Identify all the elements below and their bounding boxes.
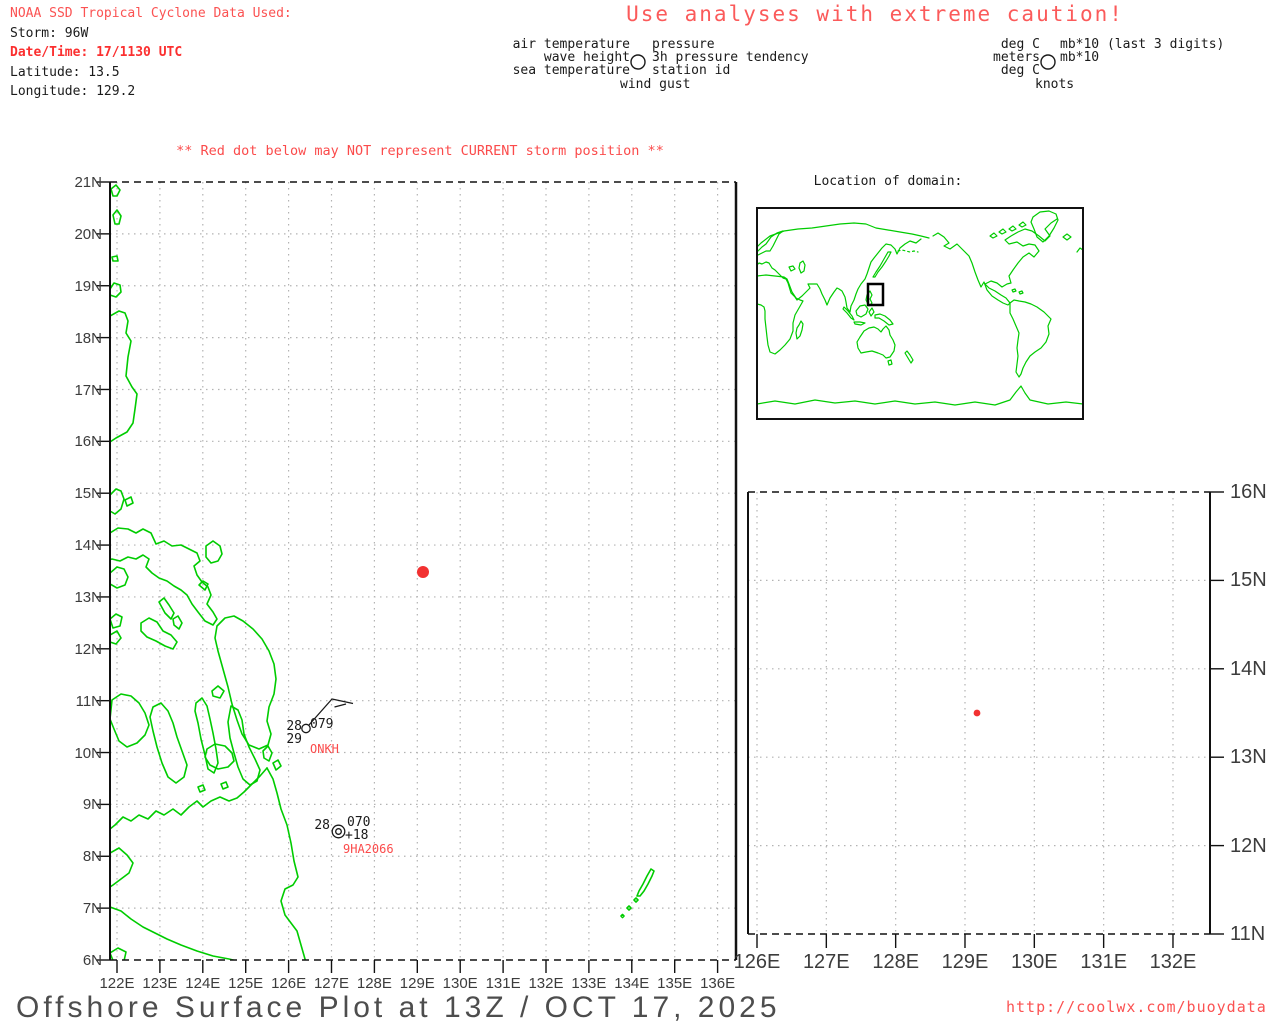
- inset-map-lat-label: 12N: [1230, 834, 1267, 857]
- main-map-lon-label: 130E: [442, 975, 478, 992]
- main-map-lat-label: 21N: [74, 174, 102, 191]
- main-map-lon-label: 131E: [485, 975, 521, 992]
- main-map-lon-label: 122E: [99, 975, 135, 992]
- inset-map-lon-label: 127E: [802, 951, 850, 973]
- main-map-lon-label: 128E: [356, 975, 392, 992]
- inset-map-lon-label: 128E: [872, 951, 920, 973]
- main-map-lat-label: 17N: [74, 381, 102, 399]
- tc-storm-id: Storm: 96W: [10, 25, 89, 41]
- legend-station-id: station id: [652, 63, 731, 78]
- station-model-units-circle-icon: [1040, 54, 1056, 70]
- station-9ha2066-symbol: [331, 824, 346, 839]
- main-map-lat-label: 18N: [74, 329, 102, 347]
- legend-sea-temperature: sea temperature: [512, 63, 630, 78]
- main-map-lon-label: 124E: [185, 975, 221, 992]
- inset-map-lon-label: 131E: [1080, 951, 1128, 973]
- main-map-lat-label: 7N: [82, 900, 102, 918]
- main-map-lon-label: 129E: [399, 975, 435, 992]
- main-map-lon-label: 135E: [657, 975, 693, 992]
- main-map-lat-label: 15N: [74, 485, 102, 503]
- main-map-lat-label: 16N: [74, 433, 102, 451]
- storm-position-dot-inset: [973, 709, 981, 717]
- axis-ticks: [96, 181, 1224, 973]
- inset-map-lon-label: 132E: [1149, 951, 1197, 973]
- inset-map-lat-label: 11N: [1230, 923, 1266, 945]
- main-map-lon-label: 126E: [271, 975, 307, 992]
- main-map-lon-label: 125E: [228, 975, 264, 992]
- inset-map-lon-label: 126E: [733, 951, 781, 973]
- tc-longitude: Longitude: 129.2: [10, 84, 136, 99]
- onkh-pressure: 079: [310, 717, 334, 732]
- 9ha2066-station-id: 9HA2066: [343, 842, 394, 856]
- onkh-sea-temp: 29: [286, 732, 302, 747]
- storm-position-warning: ** Red dot below may NOT represent CURRE…: [176, 143, 664, 159]
- legend-tendency-unit: mb*10: [1060, 50, 1100, 65]
- plot-title: Offshore Surface Plot at 13Z / OCT 17, 2…: [16, 991, 781, 1024]
- source-url-link[interactable]: http://coolwx.com/buoydata: [1006, 998, 1267, 1016]
- legend-wind-gust: wind gust: [620, 77, 691, 92]
- world-inset-title: Location of domain:: [813, 174, 963, 189]
- tc-latitude: Latitude: 13.5: [10, 64, 120, 80]
- main-map-lon-label: 132E: [528, 975, 564, 992]
- 9ha2066-tendency: +18: [345, 828, 369, 843]
- main-map-lat-label: 14N: [74, 537, 102, 555]
- main-map-lon-label: 127E: [313, 975, 350, 992]
- offshore-surface-plot-page: NOAA SSD Tropical Cyclone Data Used: Sto…: [0, 0, 1280, 1024]
- station-model-circle-icon: [630, 54, 646, 70]
- main-map-lat-label: 13N: [74, 588, 102, 606]
- main-map-lon-label: 123E: [142, 975, 178, 992]
- main-map-lat-label: 11N: [75, 692, 102, 710]
- tc-data-header: NOAA SSD Tropical Cyclone Data Used: Sto…: [10, 4, 292, 102]
- tc-header-title: NOAA SSD Tropical Cyclone Data Used:: [10, 6, 292, 21]
- legend-sea-unit: deg C: [1000, 63, 1040, 78]
- onkh-station-id: ONKH: [310, 742, 339, 756]
- inset-map-lat-label: 16N: [1230, 481, 1267, 503]
- inset-map-lat-label: 15N: [1230, 569, 1267, 592]
- world-coastlines: [757, 210, 1083, 406]
- caution-heading: Use analyses with extreme caution!: [626, 2, 1124, 26]
- main-map-lon-label: 134E: [614, 975, 650, 992]
- inset-map-lat-label: 13N: [1230, 746, 1267, 769]
- storm-position-dot-main: [417, 566, 429, 578]
- map-borders: [109, 181, 1211, 961]
- main-map-lon-label: 133E: [571, 975, 607, 992]
- legend-wind-unit: knots: [1035, 77, 1075, 92]
- 9ha2066-air-temp: 28: [314, 818, 330, 833]
- main-map-lat-label: 19N: [74, 277, 102, 295]
- domain-rectangle: [866, 282, 885, 307]
- main-map-lat-label: 8N: [82, 848, 102, 866]
- tc-datetime: Date/Time: 17/1130 UTC: [10, 45, 183, 60]
- inset-map-lat-label: 14N: [1230, 657, 1267, 680]
- calm-wind-icon: [335, 828, 342, 835]
- main-map-lat-label: 12N: [74, 640, 102, 658]
- main-map-lat-label: 9N: [82, 796, 102, 814]
- main-map-lat-label: 20N: [74, 225, 102, 243]
- inset-map-lon-label: 129E: [941, 951, 989, 973]
- main-map-lat-label: 10N: [74, 744, 102, 762]
- main-map-lon-label: 136E: [700, 975, 736, 992]
- main-map-lat-label: 6N: [82, 952, 102, 969]
- inset-map-lon-label: 130E: [1010, 951, 1058, 973]
